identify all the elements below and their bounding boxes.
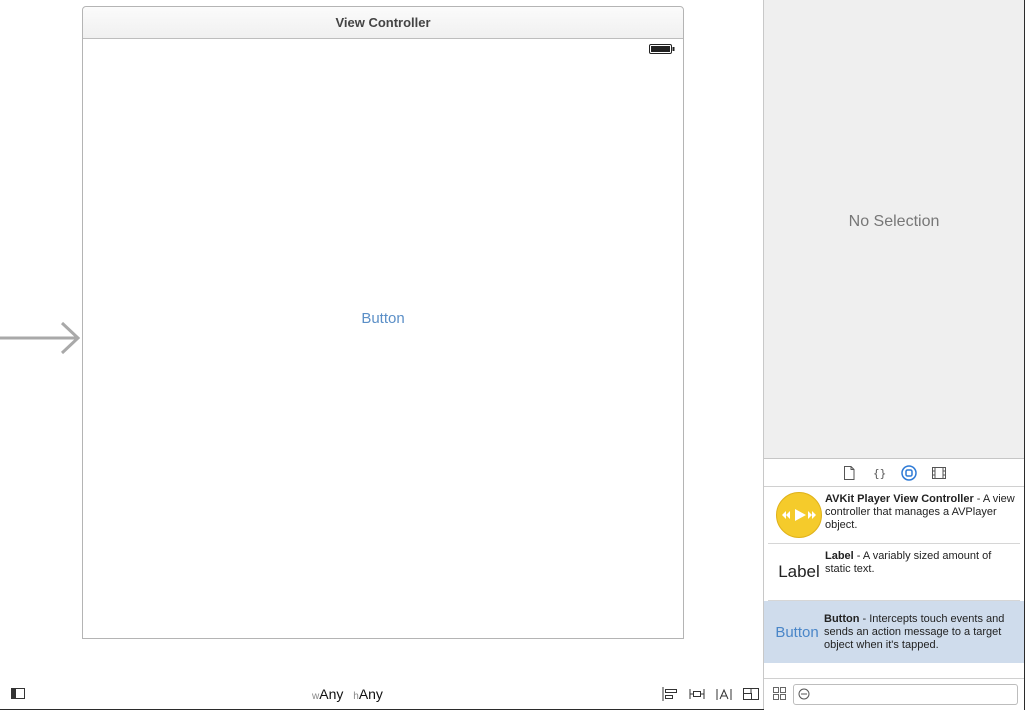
button-thumb-text: Button bbox=[775, 623, 819, 641]
object-library-icon[interactable] bbox=[901, 464, 917, 481]
library-tab-bar: {} bbox=[764, 459, 1024, 487]
avkit-play-icon bbox=[776, 492, 822, 538]
canvas-bottom-bar: wAny hAny bbox=[0, 680, 763, 709]
inspector-panel: No Selection bbox=[764, 0, 1024, 459]
library-item-label[interactable]: Label Label - A variably sized amount of… bbox=[768, 544, 1020, 601]
view-controller-scene[interactable]: View Controller Button bbox=[82, 6, 684, 639]
svg-text:{}: {} bbox=[873, 467, 886, 480]
battery-icon bbox=[649, 44, 675, 54]
library-item-thumbnail: Button bbox=[772, 604, 822, 660]
height-class-value: Any bbox=[358, 686, 383, 702]
library-item-thumbnail bbox=[774, 487, 824, 543]
document-outline-toggle-icon[interactable] bbox=[11, 688, 25, 699]
auto-layout-tools bbox=[662, 687, 759, 701]
scene-title: View Controller bbox=[335, 15, 431, 30]
utilities-pane: No Selection {} AVKit Player View Contro… bbox=[763, 0, 1024, 710]
pin-icon[interactable] bbox=[689, 687, 705, 701]
filter-icon bbox=[798, 688, 810, 700]
code-snippet-icon[interactable]: {} bbox=[871, 465, 887, 481]
library-filter-input[interactable] bbox=[793, 684, 1018, 705]
library-item-name: Label bbox=[825, 550, 854, 562]
file-template-icon[interactable] bbox=[841, 465, 857, 481]
library-item-name: Button bbox=[824, 613, 860, 625]
object-library-list: AVKit Player View Controller - A view co… bbox=[764, 487, 1024, 663]
library-item-description: Button - Intercepts touch events and sen… bbox=[824, 613, 1014, 652]
scene-button[interactable]: Button bbox=[83, 310, 683, 327]
storyboard-canvas[interactable]: View Controller Button bbox=[0, 0, 763, 680]
library-item-thumbnail: Label bbox=[774, 544, 824, 600]
no-selection-text: No Selection bbox=[848, 213, 940, 230]
library-item-description: AVKit Player View Controller - A view co… bbox=[825, 493, 1015, 532]
library-item-avkit-player-view-controller[interactable]: AVKit Player View Controller - A view co… bbox=[768, 487, 1020, 544]
align-icon[interactable] bbox=[662, 687, 678, 701]
library-item-name: AVKit Player View Controller bbox=[825, 493, 974, 505]
resolve-auto-layout-issues-icon[interactable] bbox=[716, 687, 732, 701]
library-item-description: Label - A variably sized amount of stati… bbox=[825, 550, 1015, 576]
library-filter-bar bbox=[764, 678, 1024, 710]
initial-view-controller-arrow-icon[interactable] bbox=[0, 320, 82, 356]
resizing-behavior-icon[interactable] bbox=[743, 687, 759, 701]
width-class-value: Any bbox=[319, 686, 344, 702]
grid-view-toggle-icon[interactable] bbox=[773, 687, 786, 700]
media-library-icon[interactable] bbox=[931, 465, 947, 481]
label-thumb-text: Label bbox=[778, 562, 820, 581]
size-class-control[interactable]: wAny hAny bbox=[312, 686, 383, 702]
scene-title-bar[interactable]: View Controller bbox=[83, 7, 683, 39]
library-item-button[interactable]: Button Button - Intercepts touch events … bbox=[764, 601, 1024, 663]
